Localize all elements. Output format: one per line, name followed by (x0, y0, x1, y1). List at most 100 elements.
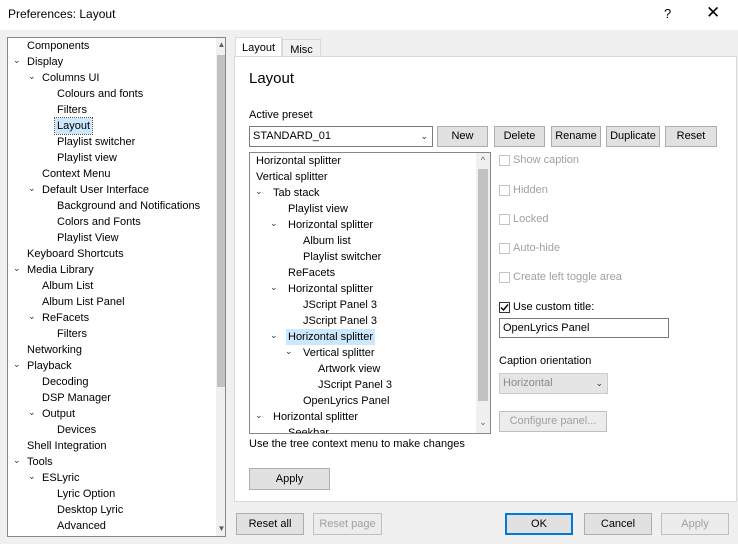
expand-toggle-icon[interactable]: ⌄ (28, 183, 36, 194)
tree-item[interactable]: ReFacets (286, 265, 337, 281)
scroll-up-icon[interactable]: ^ (476, 155, 490, 165)
tree-item[interactable]: Media Library (25, 262, 96, 278)
tab-layout[interactable]: Layout (235, 37, 282, 58)
tree-item[interactable]: Filters (55, 102, 89, 118)
tree-item[interactable]: Playlist view (286, 201, 350, 217)
tree-item[interactable]: DSP Manager (40, 390, 113, 406)
tree-item[interactable]: Networking (25, 342, 84, 358)
scroll-up-icon[interactable]: ▲ (216, 40, 225, 49)
scroll-down-icon[interactable]: ▼ (216, 524, 225, 533)
preferences-nav-tree[interactable]: Components ⌄ Display ⌄ Columns UI Colours and… (7, 37, 226, 537)
reset-page-button[interactable]: Reset page (313, 513, 382, 535)
expand-toggle-icon[interactable]: ⌄ (255, 410, 263, 421)
tree-item[interactable]: Horizontal splitter (286, 281, 375, 297)
tree-item[interactable]: Album List (40, 278, 95, 294)
tree-item[interactable]: Playlist switcher (55, 134, 137, 150)
tree-item[interactable]: ReFacets (40, 310, 91, 326)
preset-select[interactable]: STANDARD_01 ⌄ (249, 126, 433, 147)
tree-item[interactable]: Tools (25, 454, 55, 470)
expand-toggle-icon[interactable]: ⌄ (13, 55, 21, 66)
tree-item[interactable]: ESLyric (40, 470, 82, 486)
tree-item[interactable]: Default User Interface (40, 182, 151, 198)
apply-button[interactable]: Apply (661, 513, 729, 535)
tree-item[interactable]: Columns UI (40, 70, 101, 86)
caption-orientation-value: Horizontal (503, 377, 553, 389)
tree-item[interactable]: Decoding (40, 374, 90, 390)
tree-item[interactable]: Desktop Lyric (55, 502, 125, 518)
expand-toggle-icon[interactable]: ⌄ (13, 455, 21, 466)
expand-toggle-icon[interactable]: ⌄ (28, 311, 36, 322)
caption-orientation-select[interactable]: Horizontal ⌄ (499, 373, 608, 394)
expand-toggle-icon[interactable]: ⌄ (13, 263, 21, 274)
tree-item[interactable]: Playback (25, 358, 74, 374)
tree-item[interactable]: Advanced (55, 518, 108, 534)
tree-item[interactable]: Album list (301, 233, 353, 249)
custom-title-input[interactable]: OpenLyrics Panel (499, 318, 669, 338)
tree-item[interactable]: Filters (55, 326, 89, 342)
tree-item[interactable]: JScript Panel 3 (301, 313, 379, 329)
tree-item[interactable]: Output (40, 406, 77, 422)
tree-item[interactable]: Tab stack (271, 185, 321, 201)
expand-toggle-icon[interactable]: ⌄ (285, 346, 293, 357)
reset-preset-button[interactable]: Reset (665, 126, 717, 147)
use-custom-title-label: Use custom title: (513, 301, 595, 313)
scroll-down-icon[interactable]: ⌄ (476, 417, 490, 428)
apply-layout-button[interactable]: Apply (249, 468, 330, 490)
reset-all-button[interactable]: Reset all (236, 513, 304, 535)
tree-item[interactable]: Vertical splitter (254, 169, 330, 185)
help-icon[interactable]: ? (664, 6, 671, 21)
cancel-button[interactable]: Cancel (584, 513, 652, 535)
delete-preset-button[interactable]: Delete (494, 126, 545, 147)
auto-hide-checkbox[interactable] (499, 243, 510, 254)
scrollbar-thumb[interactable] (478, 169, 488, 401)
rename-preset-button[interactable]: Rename (551, 126, 601, 147)
tree-item[interactable]: JScript Panel 3 (316, 377, 394, 393)
expand-toggle-icon[interactable]: ⌄ (270, 282, 278, 293)
layout-tree[interactable]: Horizontal splitter⌄Vertical splitter⌄Ta… (249, 152, 491, 434)
configure-panel-button[interactable]: Configure panel... (499, 411, 607, 432)
tree-item[interactable]: Horizontal splitter (286, 329, 375, 345)
expand-toggle-icon[interactable]: ⌄ (28, 407, 36, 418)
tree-item[interactable]: JScript Panel 3 (301, 297, 379, 313)
expand-toggle-icon[interactable]: ⌄ (13, 359, 21, 370)
tree-item[interactable]: Horizontal splitter (271, 409, 360, 425)
ok-button[interactable]: OK (505, 513, 573, 535)
duplicate-preset-button[interactable]: Duplicate (606, 126, 660, 147)
tree-item[interactable]: Layout (53, 117, 94, 135)
tree-item[interactable]: Shell Integration (25, 438, 109, 454)
tree-item[interactable]: Horizontal splitter (286, 217, 375, 233)
tree-item[interactable]: Seekbar (286, 425, 331, 433)
nav-tree-scrollbar[interactable]: ▲ ▼ (216, 38, 225, 536)
tree-item[interactable]: Context Menu (40, 166, 112, 182)
tree-item[interactable]: Keyboard Shortcuts (25, 246, 126, 262)
expand-toggle-icon[interactable]: ⌄ (270, 218, 278, 229)
hidden-checkbox[interactable] (499, 185, 510, 196)
tree-item[interactable]: Devices (55, 422, 98, 438)
tree-item[interactable]: Playlist view (55, 150, 119, 166)
expand-toggle-icon[interactable]: ⌄ (270, 330, 278, 341)
expand-toggle-icon[interactable]: ⌄ (28, 471, 36, 482)
tree-item[interactable]: Colors and Fonts (55, 214, 143, 230)
tree-item[interactable]: Display (25, 54, 65, 70)
expand-toggle-icon[interactable]: ⌄ (28, 71, 36, 82)
tree-item[interactable]: Playlist View (55, 230, 121, 246)
use-custom-title-checkbox[interactable] (499, 302, 510, 313)
expand-toggle-icon[interactable]: ⌄ (255, 186, 263, 197)
tree-item[interactable]: Horizontal splitter (254, 153, 343, 169)
tree-item[interactable]: Artwork view (316, 361, 382, 377)
show-caption-checkbox[interactable] (499, 155, 510, 166)
tree-item[interactable]: Album List Panel (40, 294, 127, 310)
tree-item[interactable]: Components (25, 38, 91, 54)
locked-checkbox[interactable] (499, 214, 510, 225)
tree-item[interactable]: Lyric Option (55, 486, 117, 502)
left-toggle-area-checkbox[interactable] (499, 272, 510, 283)
close-icon[interactable]: ✕ (706, 3, 720, 23)
layout-tree-scrollbar[interactable]: ^ ⌄ (476, 153, 490, 433)
scrollbar-thumb[interactable] (217, 55, 225, 387)
tree-item[interactable]: Vertical splitter (301, 345, 377, 361)
tree-item[interactable]: Background and Notifications (55, 198, 202, 214)
new-preset-button[interactable]: New (437, 126, 488, 147)
tree-item[interactable]: Playlist switcher (301, 249, 383, 265)
tree-item[interactable]: OpenLyrics Panel (301, 393, 391, 409)
tree-item[interactable]: Colours and fonts (55, 86, 145, 102)
